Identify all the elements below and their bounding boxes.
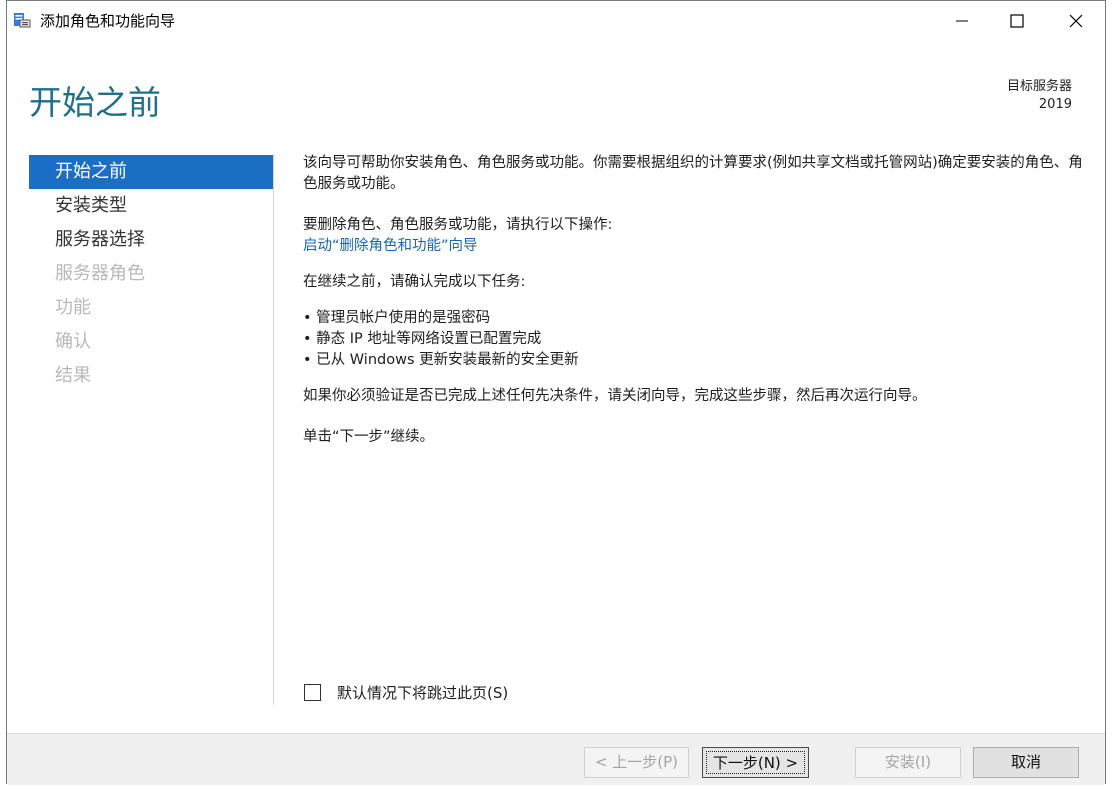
minimize-button[interactable] xyxy=(939,1,985,39)
wizard-steps-nav: 开始之前 安装类型 服务器选择 服务器角色 功能 确认 结果 xyxy=(29,155,273,393)
next-note: 单击“下一步”继续。 xyxy=(303,429,435,445)
sidebar-divider xyxy=(273,155,274,705)
maximize-button[interactable] xyxy=(994,1,1040,39)
skip-page-option[interactable]: 默认情况下将跳过此页(S) xyxy=(304,681,508,703)
skip-page-checkbox[interactable] xyxy=(304,683,321,701)
next-button[interactable]: 下一步(N) > xyxy=(702,747,809,778)
nav-item-results: 结果 xyxy=(55,365,91,386)
close-icon xyxy=(1069,14,1083,28)
list-item: • 已从 Windows 更新安装最新的安全更新 xyxy=(303,352,579,368)
target-server-name: 2019 xyxy=(1038,97,1072,112)
previous-button[interactable]: < 上一步(P) xyxy=(584,747,689,778)
list-item: • 管理员帐户使用的是强密码 xyxy=(303,310,491,326)
remove-heading: 要删除角色、角色服务或功能，请执行以下操作: xyxy=(303,217,613,233)
verify-note: 如果你必须验证是否已完成上述任何先决条件，请关闭向导，完成这些步骤，然后再次运行… xyxy=(303,388,927,404)
remove-roles-link[interactable]: 启动“删除角色和功能”向导 xyxy=(303,238,478,254)
title-bar: 添加角色和功能向导 xyxy=(7,1,1105,39)
content-pane: 该向导可帮助你安装角色、角色服务或功能。你需要根据组织的计算要求(例如共享文档或… xyxy=(303,153,1093,448)
window-title: 添加角色和功能向导 xyxy=(40,12,176,30)
intro-text: 该向导可帮助你安装角色、角色服务或功能。你需要根据组织的计算要求(例如共享文档或… xyxy=(303,155,1083,192)
nav-item-server-roles: 服务器角色 xyxy=(55,263,145,284)
confirm-heading: 在继续之前，请确认完成以下任务: xyxy=(303,274,526,290)
list-item: • 静态 IP 地址等网络设置已配置完成 xyxy=(303,331,542,347)
server-manager-icon xyxy=(13,11,31,29)
minimize-icon xyxy=(956,20,968,22)
page-title: 开始之前 xyxy=(29,83,161,122)
nav-item-features: 功能 xyxy=(55,297,91,318)
next-button-label: 下一步(N) > xyxy=(706,751,805,774)
install-button[interactable]: 安装(I) xyxy=(855,747,961,778)
nav-item-confirmation: 确认 xyxy=(55,331,91,352)
skip-page-label[interactable]: 默认情况下将跳过此页(S) xyxy=(337,682,508,703)
target-server: 目标服务器 2019 xyxy=(1007,78,1072,114)
nav-item-server-selection[interactable]: 服务器选择 xyxy=(29,223,273,257)
close-button[interactable] xyxy=(1053,1,1099,39)
maximize-icon xyxy=(1010,14,1024,28)
wizard-window: 添加角色和功能向导 开始之前 目标服务器 2019 开始之前 安装类型 服务器选… xyxy=(6,0,1106,785)
nav-item-installation-type[interactable]: 安装类型 xyxy=(29,189,273,223)
cancel-button[interactable]: 取消 xyxy=(973,747,1079,778)
task-list: • 管理员帐户使用的是强密码 • 静态 IP 地址等网络设置已配置完成 • 已从… xyxy=(303,308,1093,371)
target-server-label: 目标服务器 xyxy=(1006,79,1072,94)
nav-item-before-you-begin[interactable]: 开始之前 xyxy=(29,155,273,189)
